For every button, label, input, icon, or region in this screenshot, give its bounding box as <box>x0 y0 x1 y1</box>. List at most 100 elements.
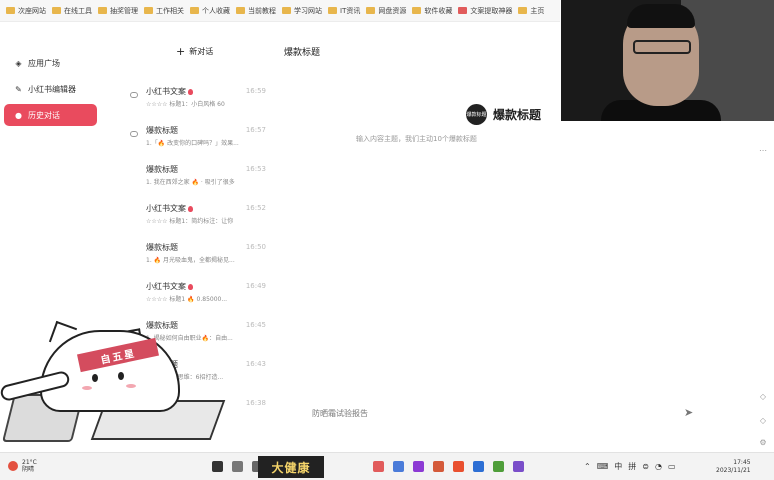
rail-icon-2[interactable]: ◇ <box>758 392 768 401</box>
conversation-preview: ☆☆☆☆ 标题1：简约标注：让你 <box>146 218 234 225</box>
page-title: 爆款标题 <box>284 48 321 58</box>
conversation-item[interactable]: 爆款标题 16:50 1. 🔥 月光吸血鬼，全都揭秘见... <box>128 242 270 280</box>
bookmark-item[interactable]: 次座网站 <box>6 6 46 16</box>
conversation-time: 16:49 <box>245 282 266 290</box>
conversation-title-text: 爆款标题 <box>146 243 178 252</box>
tray-icon[interactable]: ⌨ <box>597 462 609 471</box>
bookmark-item[interactable]: 抽奖管理 <box>98 6 138 16</box>
send-icon[interactable]: ➤ <box>684 406 693 419</box>
cat-blush <box>82 386 92 390</box>
conversation-time: 16:52 <box>245 204 266 212</box>
bookmark-item[interactable]: 主页 <box>518 6 544 16</box>
clock[interactable]: 17:45 2023/11/21 <box>716 459 751 475</box>
folder-icon <box>458 7 468 14</box>
conversation-title-text: 小红书文案 <box>146 87 186 96</box>
plus-icon: + <box>176 44 186 58</box>
taskbar-app-icon[interactable] <box>473 461 484 472</box>
taskbar: 21°C 阴晴 大健康 ⌃ ⌨ 中拼 ⊜ ◔ ▭ 17:45 2023/11/21 <box>0 452 774 480</box>
new-chat-label: 新对话 <box>189 47 214 56</box>
bookmark-item[interactable]: 网盘资源 <box>366 6 406 16</box>
tray-icon[interactable]: ⊜ <box>642 462 649 471</box>
bookmark-label: IT资讯 <box>340 6 361 15</box>
conversation-item[interactable]: 小红书文案 16:59 ☆☆☆☆ 标题1：小白风格 60 <box>128 86 270 124</box>
taskbar-app-icon[interactable] <box>373 461 384 472</box>
conversation-preview: 1. 🔥 月光吸血鬼，全都揭秘见... <box>146 257 235 264</box>
taskbar-app-icon[interactable] <box>212 461 223 472</box>
bookmark-label: 软件收藏 <box>424 6 453 15</box>
conversation-time: 16:53 <box>245 165 266 173</box>
conversation-item[interactable]: 爆款标题 16:57 1.「🔥 改变你的口碑吗？」效果... <box>128 125 270 163</box>
bookmark-item[interactable]: 学习网站 <box>282 6 322 16</box>
tray-icon[interactable]: 拼 <box>628 461 636 472</box>
folder-icon <box>144 7 153 14</box>
conversation-title: 爆款标题 <box>146 125 178 136</box>
bookmark-label: 工作相关 <box>156 6 184 15</box>
bookmark-label: 网盘资源 <box>378 6 407 15</box>
bookmark-label: 文案提取神器 <box>470 6 513 15</box>
tray-icon[interactable]: ⌃ <box>584 462 591 471</box>
nav-item-label: 历史对话 <box>28 110 60 120</box>
folder-icon <box>282 7 291 14</box>
bookmark-label: 次座网站 <box>18 6 46 15</box>
bookmark-item[interactable]: 工作相关 <box>144 6 184 16</box>
bookmark-item[interactable]: IT资讯 <box>328 6 360 16</box>
bookmark-item[interactable]: 当前教程 <box>236 6 276 16</box>
taskbar-app-icon[interactable] <box>493 461 504 472</box>
taskbar-app-icon[interactable] <box>232 461 243 472</box>
rail-icon-4[interactable]: ⚙ <box>758 438 768 447</box>
taskbar-app-icon[interactable] <box>453 461 464 472</box>
rail-icon-3[interactable]: ◇ <box>758 416 768 425</box>
nav-item-xhs-editor[interactable]: ✎ 小红书编辑器 <box>4 78 97 100</box>
brand-header: 爆款标题 爆款标题 <box>466 104 541 125</box>
message-input[interactable]: 防晒霜试验报告 ➤ <box>300 402 720 424</box>
tray-icon[interactable]: ◔ <box>655 462 662 471</box>
rail-icon-1[interactable]: ⋯ <box>758 146 768 155</box>
weather-widget[interactable]: 21°C 阴晴 <box>8 459 37 473</box>
cat-blush <box>126 384 136 388</box>
taskbar-app-icon[interactable] <box>513 461 524 472</box>
taskbar-app-icon[interactable] <box>393 461 404 472</box>
nav-item-label: 应用广场 <box>28 58 60 68</box>
tray-icon[interactable]: 中 <box>614 461 622 472</box>
conversation-preview: 1.「🔥 改变你的口碑吗？」效果... <box>146 140 239 147</box>
taskbar-app-icon[interactable] <box>413 461 424 472</box>
webcam-hair <box>627 4 695 28</box>
weather-icon <box>8 461 18 471</box>
system-tray: ⌃ ⌨ 中拼 ⊜ ◔ ▭ <box>584 461 676 472</box>
conversation-title: 爆款标题 <box>146 164 178 175</box>
folder-icon <box>52 7 61 14</box>
conversation-item[interactable]: 小红书文案 16:52 ☆☆☆☆ 标题1：简约标注：让你 <box>128 203 270 241</box>
cat-eye <box>118 372 124 380</box>
tray-icon[interactable]: ▭ <box>668 462 676 471</box>
brand-logo: 爆款标题 <box>466 104 487 125</box>
conversation-item[interactable]: 小红书文案 16:49 ☆☆☆☆ 标题1 🔥 0.85000... <box>128 281 270 319</box>
webcam-glasses <box>633 40 691 54</box>
bookmark-item[interactable]: 软件收藏 <box>412 6 452 16</box>
nav-item-app-square[interactable]: ◈ 应用广场 <box>4 52 97 74</box>
folder-icon <box>190 7 199 14</box>
conversation-time: 16:38 <box>245 399 266 407</box>
folder-icon <box>236 7 245 14</box>
chat-bubble-icon <box>130 131 138 137</box>
bookmark-label: 当前教程 <box>248 6 276 15</box>
bookmark-label: 抽奖管理 <box>110 6 138 15</box>
conversation-title-text: 小红书文案 <box>146 282 186 291</box>
bookmark-item[interactable]: 个人收藏 <box>190 6 230 16</box>
bookmark-item[interactable]: 文案提取神器 <box>458 6 512 16</box>
cat-eye <box>92 374 98 382</box>
conversation-item[interactable]: 爆款标题 16:53 1. 我在西郊之家 🔥 · 吸引了很多 <box>128 164 270 202</box>
conversation-preview: ☆☆☆☆ 标题1：小白风格 60 <box>146 101 225 108</box>
bookmark-item[interactable]: 在线工具 <box>52 6 92 16</box>
conversation-time: 16:59 <box>245 87 266 95</box>
conversation-preview: ☆☆☆☆ 标题1 🔥 0.85000... <box>146 296 228 303</box>
conversation-preview: 1. 我在西郊之家 🔥 · 吸引了很多 <box>146 179 235 186</box>
conversation-title-text: 爆款标题 <box>146 165 178 174</box>
app-square-icon: ◈ <box>15 58 22 68</box>
bookmarks-bar: 次座网站 在线工具 抽奖管理 工作相关 个人收藏 当前教程 学习网站 IT资讯 网盘资源 软件收藏… <box>0 0 560 22</box>
nav-item-history[interactable]: ● 历史对话 <box>4 104 97 126</box>
new-chat-button[interactable]: + 新对话 <box>176 46 213 57</box>
folder-icon <box>412 7 422 14</box>
flame-icon <box>188 88 193 95</box>
webcam-overlay <box>561 0 774 121</box>
taskbar-app-icon[interactable] <box>433 461 444 472</box>
